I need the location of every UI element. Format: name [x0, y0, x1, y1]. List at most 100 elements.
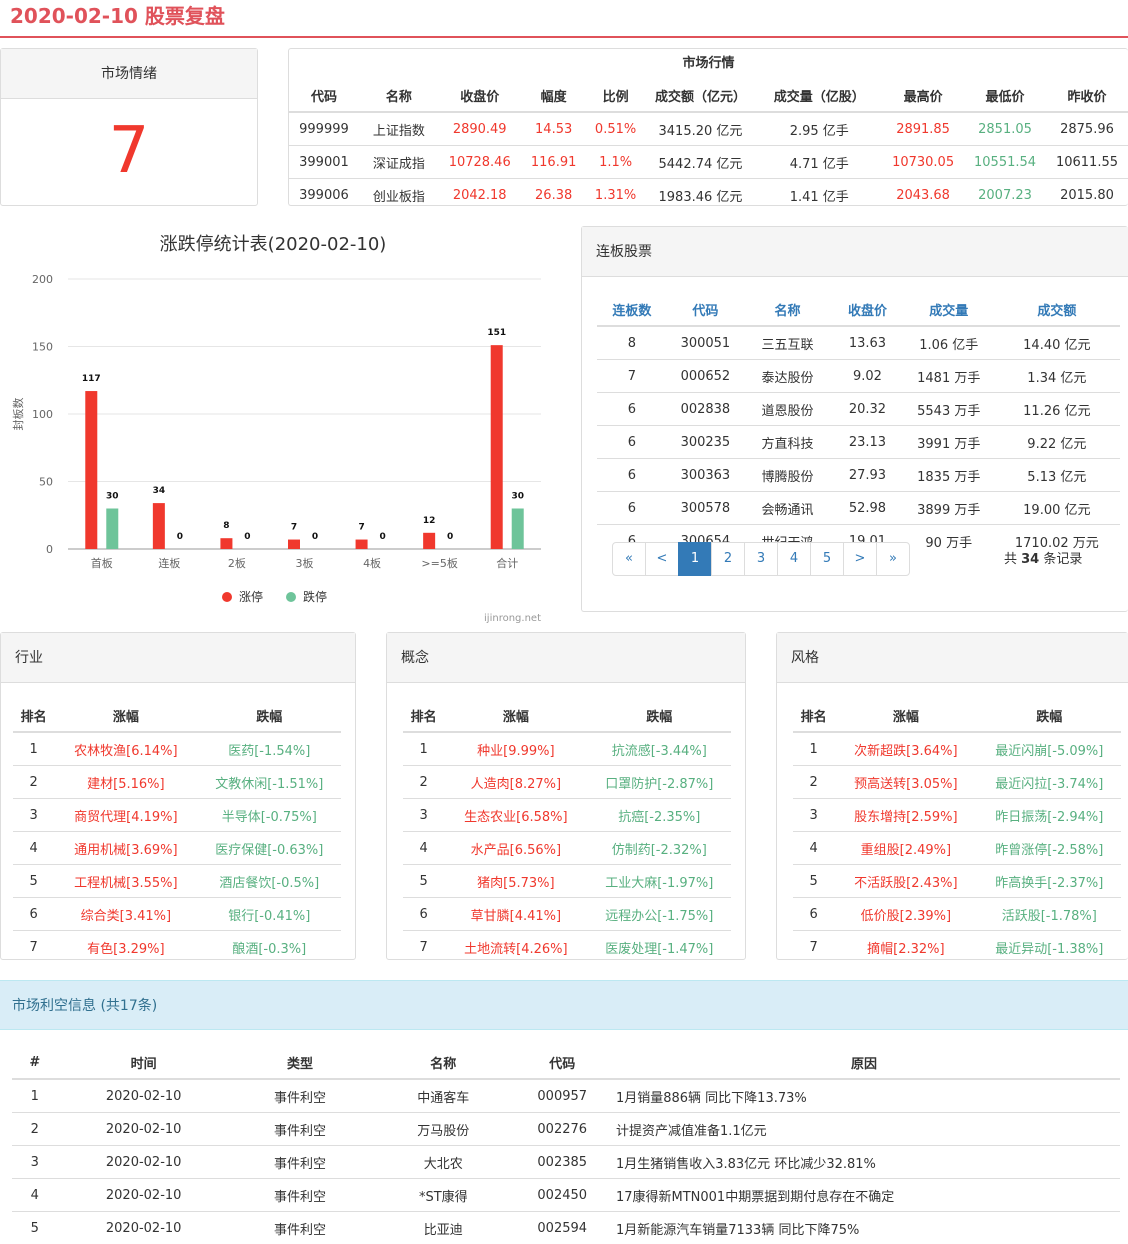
style-row: 6低价股[2.39%]活跃股[-1.78%]	[793, 898, 1121, 931]
market-header-cell: 幅度	[521, 79, 587, 112]
chart-bar-up	[356, 540, 368, 549]
pager-item[interactable]: «	[612, 542, 646, 576]
style-cell[interactable]: 最近闪拉[-3.74%]	[978, 766, 1121, 799]
market-cell: 1983.46 亿元	[645, 179, 757, 212]
concept-row: 3生态农业[6.58%]抗癌[-2.35%]	[403, 799, 731, 832]
sentiment-value: 7	[1, 99, 257, 203]
chart-y-tick: 200	[32, 273, 53, 286]
industry-cell[interactable]: 通用机械[3.69%]	[54, 832, 197, 865]
negative-cell: *ST康得	[370, 1179, 516, 1212]
lianban-row: 7000652泰达股份9.021481 万手1.34 亿元	[597, 360, 1120, 393]
industry-cell[interactable]: 建材[5.16%]	[54, 766, 197, 799]
industry-cell[interactable]: 医疗保健[-0.63%]	[198, 832, 341, 865]
chart-x-tick: 合计	[496, 556, 518, 570]
market-cell: 14.53	[521, 112, 587, 146]
lianban-cell: 002838	[667, 393, 744, 426]
negative-header-cell: 名称	[370, 1046, 516, 1079]
lianban-cell: 6	[597, 459, 667, 492]
industry-cell[interactable]: 文教休闲[-1.51%]	[198, 766, 341, 799]
industry-cell[interactable]: 工程机械[3.55%]	[54, 865, 197, 898]
lianban-row: 6300363博腾股份27.931835 万手5.13 亿元	[597, 459, 1120, 492]
lianban-cell: 11.26 亿元	[994, 393, 1120, 426]
negative-panel: 市场利空信息 (共17条) #时间类型名称代码原因 12020-02-10事件利…	[0, 980, 1128, 1234]
negative-cell: 002385	[517, 1146, 608, 1179]
concept-cell[interactable]: 远程办公[-1.75%]	[588, 898, 731, 931]
concept-cell[interactable]: 口罩防护[-2.87%]	[588, 766, 731, 799]
concept-cell[interactable]: 生态农业[6.58%]	[444, 799, 587, 832]
industry-cell[interactable]: 综合类[3.41%]	[54, 898, 197, 931]
legend-label[interactable]: 涨停	[239, 589, 263, 604]
lianban-cell: 300578	[667, 492, 744, 525]
lianban-row: 6002838道恩股份20.325543 万手11.26 亿元	[597, 393, 1120, 426]
pager-item[interactable]: 3	[744, 542, 778, 576]
negative-cell: 1	[12, 1079, 58, 1113]
industry-cell[interactable]: 酒店餐饮[-0.5%]	[198, 865, 341, 898]
total-prefix: 共	[1004, 552, 1021, 567]
concept-cell[interactable]: 水产品[6.56%]	[444, 832, 587, 865]
industry-cell[interactable]: 酿酒[-0.3%]	[198, 931, 341, 964]
legend-label[interactable]: 跌停	[303, 589, 327, 604]
pager-item[interactable]: »	[876, 542, 910, 576]
style-cell[interactable]: 预高送转[3.05%]	[834, 766, 977, 799]
pager-item[interactable]: 2	[711, 542, 745, 576]
industry-cell[interactable]: 半导体[-0.75%]	[198, 799, 341, 832]
negative-header-cell: #	[12, 1046, 58, 1079]
style-cell[interactable]: 活跃股[-1.78%]	[978, 898, 1121, 931]
pager-item[interactable]: 5	[810, 542, 844, 576]
industry-cell[interactable]: 商贸代理[4.19%]	[54, 799, 197, 832]
style-cell[interactable]: 重组股[2.49%]	[834, 832, 977, 865]
concept-cell[interactable]: 草甘膦[4.41%]	[444, 898, 587, 931]
concept-cell[interactable]: 医废处理[-1.47%]	[588, 931, 731, 964]
pager-item[interactable]: <	[645, 542, 679, 576]
industry-cell[interactable]: 有色[3.29%]	[54, 931, 197, 964]
style-cell[interactable]: 股东增持[2.59%]	[834, 799, 977, 832]
style-cell[interactable]: 低价股[2.39%]	[834, 898, 977, 931]
industry-cell[interactable]: 银行[-0.41%]	[198, 898, 341, 931]
negative-cell: 2020-02-10	[58, 1146, 230, 1179]
negative-title: 市场利空信息 (共17条)	[0, 980, 1128, 1030]
legend-marker[interactable]	[286, 592, 296, 602]
style-cell[interactable]: 昨曾涨停[-2.58%]	[978, 832, 1121, 865]
chart-data-label: 8	[223, 521, 229, 531]
limit-chart-svg: 涨跌停统计表(2020-02-10)050100150200封板数首板11730…	[0, 222, 560, 632]
concept-cell[interactable]: 工业大麻[-1.97%]	[588, 865, 731, 898]
lianban-row: 6300578会畅通讯52.983899 万手19.00 亿元	[597, 492, 1120, 525]
style-cell[interactable]: 次新超跌[3.64%]	[834, 732, 977, 766]
concept-cell[interactable]: 抗癌[-2.35%]	[588, 799, 731, 832]
market-header-cell: 成交量（亿股）	[756, 79, 882, 112]
style-cell[interactable]: 不活跃股[2.43%]	[834, 865, 977, 898]
page-title: 2020-02-10 股票复盘	[10, 2, 225, 30]
style-cell[interactable]: 摘帽[2.32%]	[834, 931, 977, 964]
industry-cell[interactable]: 医药[-1.54%]	[198, 732, 341, 766]
lianban-cell: 3899 万手	[904, 492, 994, 525]
lianban-cell: 20.32	[831, 393, 904, 426]
concept-cell[interactable]: 种业[9.99%]	[444, 732, 587, 766]
concept-cell[interactable]: 人造肉[8.27%]	[444, 766, 587, 799]
lianban-cell: 52.98	[831, 492, 904, 525]
concept-row: 7土地流转[4.26%]医废处理[-1.47%]	[403, 931, 731, 964]
pager-item[interactable]: 4	[777, 542, 811, 576]
concept-title: 概念	[387, 633, 745, 683]
pager-item[interactable]: 1	[678, 542, 712, 576]
industry-cell[interactable]: 农林牧渔[6.14%]	[54, 732, 197, 766]
concept-cell[interactable]: 仿制药[-2.32%]	[588, 832, 731, 865]
legend-marker[interactable]	[222, 592, 232, 602]
concept-cell[interactable]: 抗流感[-3.44%]	[588, 732, 731, 766]
style-cell[interactable]: 最近异动[-1.38%]	[978, 931, 1121, 964]
style-cell[interactable]: 昨高换手[-2.37%]	[978, 865, 1121, 898]
industry-row: 1农林牧渔[6.14%]医药[-1.54%]	[13, 732, 341, 766]
pager-item[interactable]: >	[843, 542, 877, 576]
style-row: 7摘帽[2.32%]最近异动[-1.38%]	[793, 931, 1121, 964]
lianban-cell: 7	[597, 360, 667, 393]
style-cell: 2	[793, 766, 834, 799]
industry-header-cell: 涨幅	[54, 699, 197, 732]
style-cell[interactable]: 最近闪崩[-5.09%]	[978, 732, 1121, 766]
style-cell[interactable]: 昨日振荡[-2.94%]	[978, 799, 1121, 832]
negative-cell: 大北农	[370, 1146, 516, 1179]
negative-cell: 中通客车	[370, 1079, 516, 1113]
concept-cell[interactable]: 猪肉[5.73%]	[444, 865, 587, 898]
market-row: 399001深证成指10728.46116.911.1%5442.74 亿元4.…	[289, 146, 1128, 179]
style-cell: 4	[793, 832, 834, 865]
concept-cell[interactable]: 土地流转[4.26%]	[444, 931, 587, 964]
concept-row: 2人造肉[8.27%]口罩防护[-2.87%]	[403, 766, 731, 799]
